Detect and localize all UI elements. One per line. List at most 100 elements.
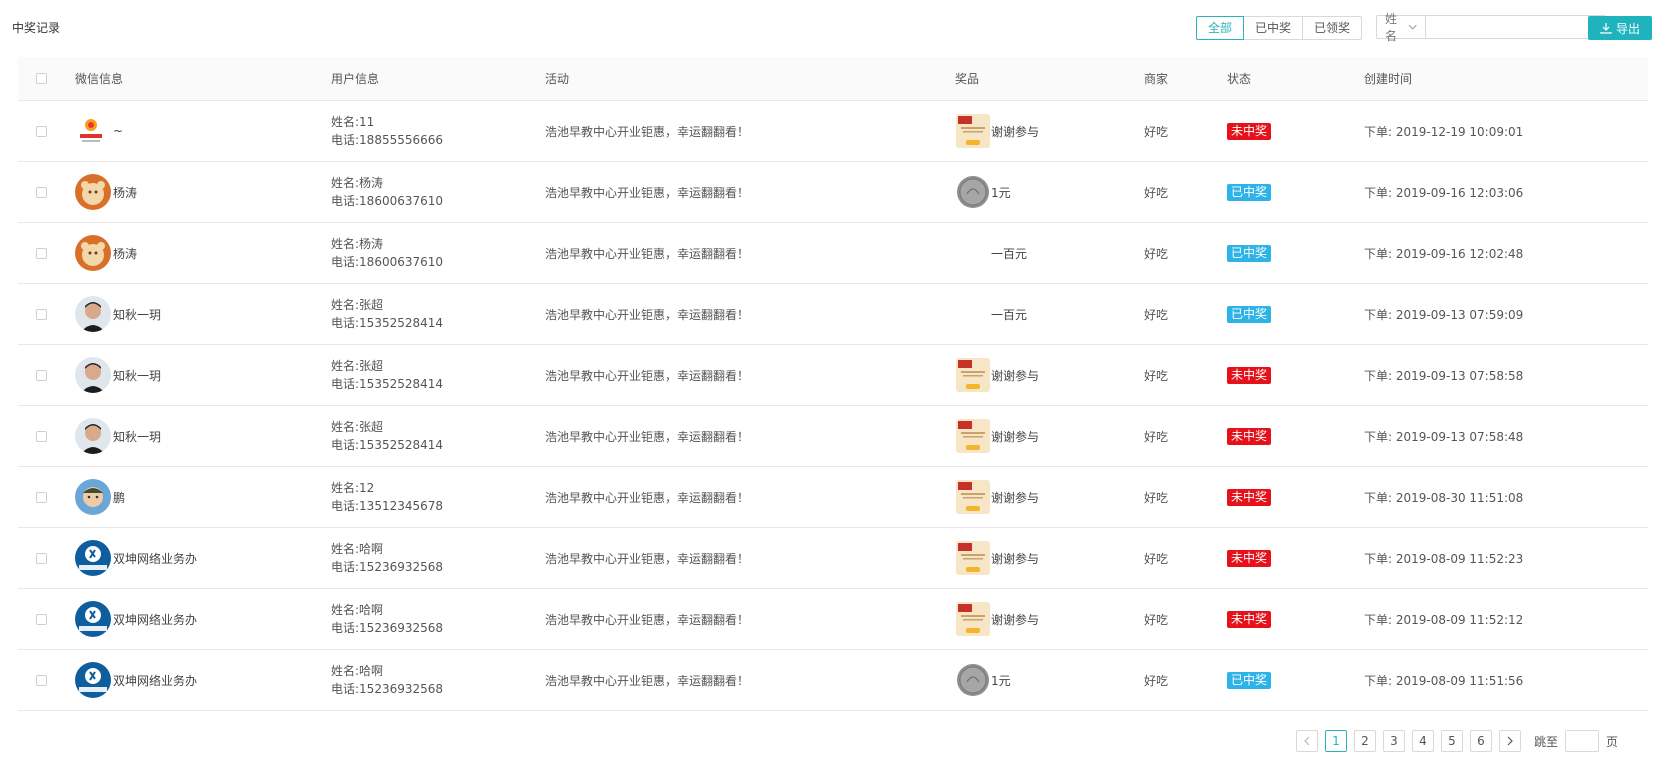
- header-prize: 奖品: [955, 72, 980, 86]
- avatar: [75, 296, 111, 332]
- table-body: ~ 姓名:11 电话:18855556666 浩池早教中心开业钜惠，幸运翻翻看！…: [18, 101, 1648, 711]
- user-name: 姓名:张超: [331, 359, 384, 373]
- wechat-nickname: 知秋一玥: [113, 368, 162, 383]
- download-icon: [1600, 23, 1612, 34]
- header-activity: 活动: [545, 72, 570, 86]
- row-checkbox[interactable]: [36, 674, 47, 686]
- prize-coin-icon: [955, 662, 991, 698]
- user-name: 姓名:12: [331, 481, 375, 495]
- merchant-name: 好吃: [1144, 612, 1169, 627]
- table-row: 双坤网络业务办 姓名:哈啊 电话:15236932568 浩池早教中心开业钜惠，…: [18, 589, 1648, 650]
- search-field-select[interactable]: 姓名: [1377, 12, 1426, 43]
- table-header: 微信信息 用户信息 活动 奖品 商家 状态 创建时间: [18, 57, 1648, 101]
- user-phone: 电话:13512345678: [331, 499, 444, 513]
- prize-name: 谢谢参与: [991, 124, 1040, 139]
- page-1-button[interactable]: 1: [1325, 730, 1347, 752]
- user-phone: 电话:15236932568: [331, 560, 444, 574]
- next-page-button[interactable]: [1499, 730, 1521, 752]
- table-row: 双坤网络业务办 姓名:哈啊 电话:15236932568 浩池早教中心开业钜惠，…: [18, 650, 1648, 711]
- table-row: 知秋一玥 姓名:张超 电话:15352528414 浩池早教中心开业钜惠，幸运翻…: [18, 284, 1648, 345]
- wechat-nickname: 双坤网络业务办: [113, 612, 198, 627]
- page-4-button[interactable]: 4: [1412, 730, 1434, 752]
- merchant-name: 好吃: [1144, 368, 1169, 383]
- row-checkbox[interactable]: [36, 369, 47, 381]
- avatar: [75, 235, 111, 271]
- status-badge: 未中奖: [1227, 549, 1272, 567]
- avatar: [75, 357, 111, 393]
- row-checkbox[interactable]: [36, 125, 47, 137]
- activity-name: 浩池早教中心开业钜惠，幸运翻翻看！: [545, 246, 750, 261]
- row-checkbox[interactable]: [36, 491, 47, 503]
- jump-page-input[interactable]: [1565, 730, 1600, 752]
- created-time: 下单: 2019-12-19 10:09:01: [1364, 124, 1524, 139]
- table-row: 杨涛 姓名:杨涛 电话:18600637610 浩池早教中心开业钜惠，幸运翻翻看…: [18, 162, 1648, 223]
- created-time: 下单: 2019-08-09 11:52:12: [1364, 612, 1524, 627]
- row-checkbox[interactable]: [36, 430, 47, 442]
- row-checkbox[interactable]: [36, 247, 47, 259]
- prev-page-button[interactable]: [1296, 730, 1318, 752]
- activity-name: 浩池早教中心开业钜惠，幸运翻翻看！: [545, 307, 750, 322]
- table-row: 鹏 姓名:12 电话:13512345678 浩池早教中心开业钜惠，幸运翻翻看！…: [18, 467, 1648, 528]
- user-phone: 电话:18600637610: [331, 194, 444, 208]
- wechat-nickname: 杨涛: [113, 185, 138, 200]
- created-time: 下单: 2019-08-09 11:51:56: [1364, 673, 1524, 688]
- merchant-name: 好吃: [1144, 124, 1169, 139]
- wechat-nickname: 杨涛: [113, 246, 138, 261]
- tab-won[interactable]: 已中奖: [1243, 16, 1304, 40]
- select-all-checkbox[interactable]: [36, 73, 47, 84]
- avatar: [75, 113, 111, 149]
- status-badge: 已中奖: [1227, 671, 1272, 689]
- merchant-name: 好吃: [1144, 673, 1169, 688]
- avatar: [75, 540, 111, 576]
- header-user: 用户信息: [331, 71, 380, 86]
- status-filter-tabs: 全部 已中奖 已领奖: [1196, 16, 1363, 40]
- prize-envelope-icon: [955, 540, 991, 576]
- created-time: 下单: 2019-08-30 11:51:08: [1364, 490, 1524, 505]
- header-status: 状态: [1227, 72, 1252, 86]
- row-checkbox[interactable]: [36, 186, 47, 198]
- user-name: 姓名:杨涛: [331, 237, 384, 251]
- merchant-name: 好吃: [1144, 429, 1169, 444]
- user-phone: 电话:15352528414: [331, 316, 444, 330]
- tab-claimed[interactable]: 已领奖: [1302, 16, 1363, 40]
- merchant-name: 好吃: [1144, 185, 1169, 200]
- user-phone: 电话:15236932568: [331, 621, 444, 635]
- page-3-button[interactable]: 3: [1383, 730, 1405, 752]
- row-checkbox[interactable]: [36, 552, 47, 564]
- created-time: 下单: 2019-09-13 07:58:58: [1364, 368, 1524, 383]
- status-badge: 未中奖: [1227, 427, 1272, 445]
- prize-name: 一百元: [991, 307, 1028, 322]
- status-badge: 未中奖: [1227, 488, 1272, 506]
- prize-name: 一百元: [991, 246, 1028, 261]
- page-2-button[interactable]: 2: [1354, 730, 1376, 752]
- tab-all[interactable]: 全部: [1196, 16, 1245, 40]
- jump-label: 跳至: [1534, 734, 1559, 749]
- prize-coin-icon: [955, 174, 991, 210]
- page-5-button[interactable]: 5: [1441, 730, 1463, 752]
- avatar: [75, 601, 111, 637]
- user-name: 姓名:张超: [331, 298, 384, 312]
- wechat-nickname: 鹏: [113, 490, 126, 505]
- search-box: 姓名: [1376, 12, 1606, 43]
- user-phone: 电话:18855556666: [331, 133, 444, 147]
- merchant-name: 好吃: [1144, 551, 1169, 566]
- row-checkbox[interactable]: [36, 613, 47, 625]
- avatar: [75, 479, 111, 515]
- prize-name: 谢谢参与: [991, 612, 1040, 627]
- activity-name: 浩池早教中心开业钜惠，幸运翻翻看！: [545, 368, 750, 383]
- chevron-left-icon: [1304, 736, 1310, 746]
- merchant-name: 好吃: [1144, 490, 1169, 505]
- created-time: 下单: 2019-08-09 11:52:23: [1364, 551, 1524, 566]
- status-badge: 已中奖: [1227, 183, 1272, 201]
- prize-placeholder: [955, 235, 991, 271]
- prize-envelope-icon: [955, 601, 991, 637]
- export-button[interactable]: 导出: [1588, 16, 1652, 40]
- page-6-button[interactable]: 6: [1470, 730, 1492, 752]
- user-name: 姓名:哈啊: [331, 603, 384, 617]
- search-input[interactable]: [1425, 16, 1588, 38]
- header-merchant: 商家: [1144, 72, 1169, 86]
- wechat-nickname: 双坤网络业务办: [113, 551, 198, 566]
- user-phone: 电话:15236932568: [331, 682, 444, 696]
- table-row: 知秋一玥 姓名:张超 电话:15352528414 浩池早教中心开业钜惠，幸运翻…: [18, 345, 1648, 406]
- row-checkbox[interactable]: [36, 308, 47, 320]
